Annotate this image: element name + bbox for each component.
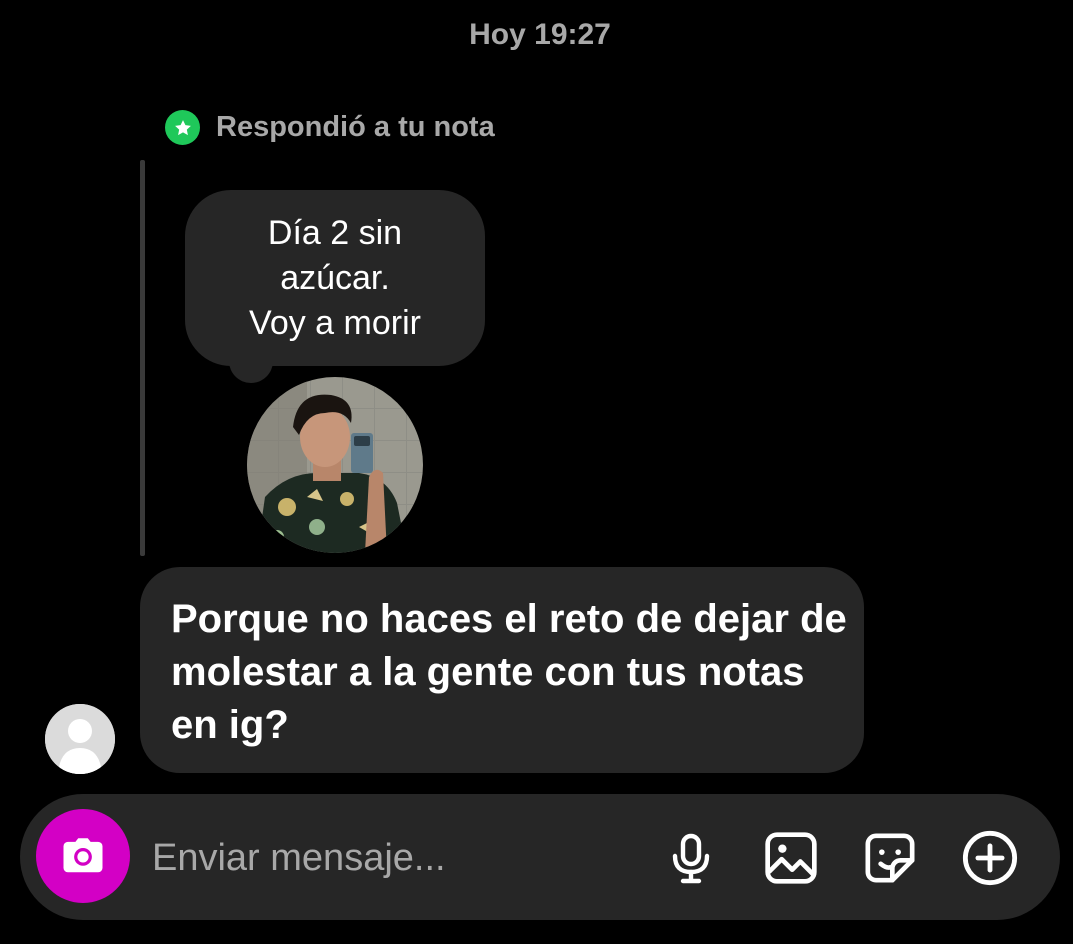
gallery-icon[interactable] bbox=[762, 829, 820, 887]
sticker-icon[interactable] bbox=[861, 829, 919, 887]
microphone-icon[interactable] bbox=[662, 829, 720, 887]
sender-avatar[interactable] bbox=[45, 704, 115, 774]
note-line: azúcar. bbox=[280, 258, 390, 297]
reply-context-label: Respondió a tu nota bbox=[216, 111, 495, 143]
message-bubble[interactable]: Porque no haces el reto de dejar de mole… bbox=[140, 567, 864, 773]
note-bubble[interactable]: Día 2 sin azúcar. Voy a morir bbox=[185, 190, 485, 366]
chat-screen: Hoy 19:27 Respondió a tu nota Día 2 sin … bbox=[0, 0, 1073, 944]
note-author-avatar[interactable] bbox=[247, 377, 423, 553]
add-icon[interactable] bbox=[961, 829, 1019, 887]
camera-button[interactable] bbox=[36, 809, 130, 903]
message-input[interactable] bbox=[150, 827, 634, 889]
star-icon bbox=[165, 110, 200, 145]
note-line: Voy a morir bbox=[249, 303, 421, 342]
reply-context: Respondió a tu nota bbox=[165, 110, 495, 145]
timestamp: Hoy 19:27 bbox=[469, 18, 611, 51]
quote-line bbox=[140, 160, 145, 556]
message-composer bbox=[20, 794, 1060, 920]
note-line: Día 2 sin bbox=[267, 213, 403, 252]
camera-icon bbox=[63, 838, 103, 873]
message-text: Porque no haces el reto de dejar de mole… bbox=[171, 597, 847, 747]
